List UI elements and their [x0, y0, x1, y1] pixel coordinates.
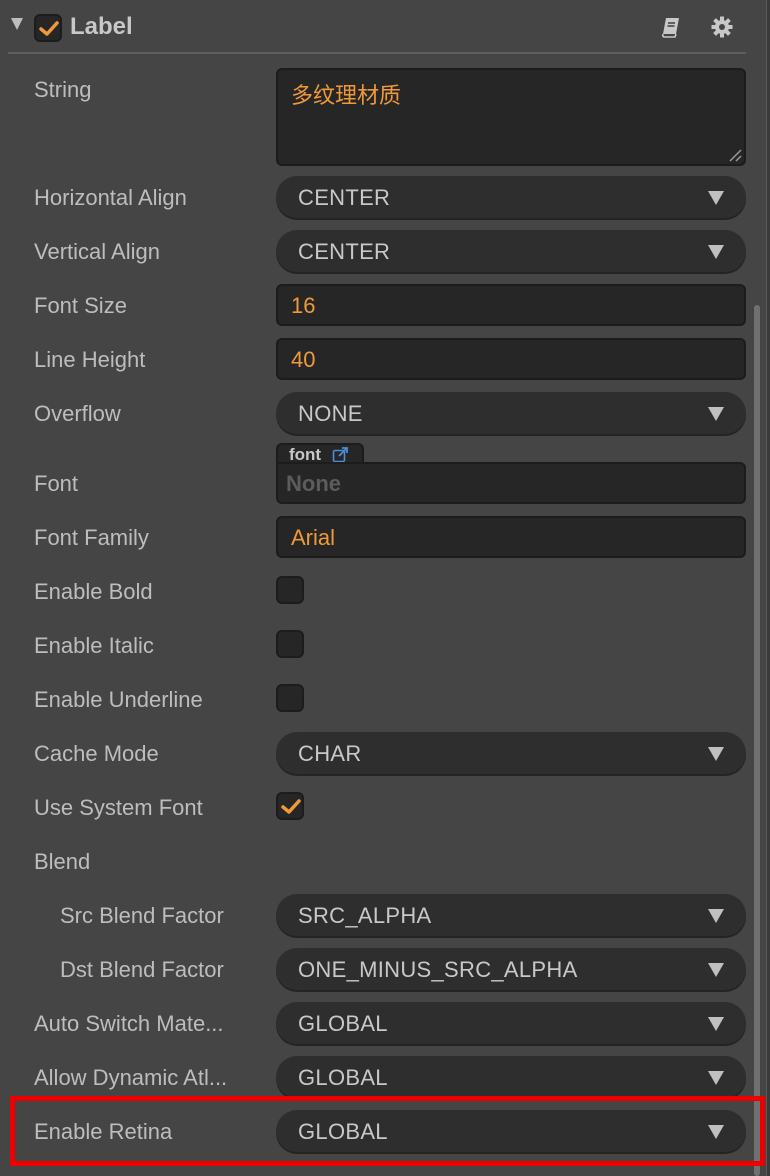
dropdown-arrow-icon [708, 1071, 724, 1085]
enable-italic-checkbox[interactable] [276, 630, 304, 658]
highlight-box [10, 1096, 765, 1166]
dropdown-arrow-icon [708, 747, 724, 761]
cache-mode-label: Cache Mode [34, 741, 159, 766]
font-size-value[interactable]: 16 [291, 293, 315, 319]
src-blend-factor-label: Src Blend Factor [60, 903, 224, 928]
vertical-scrollbar[interactable] [754, 305, 760, 1176]
enable-bold-label: Enable Bold [34, 579, 153, 604]
string-textarea[interactable]: 多纹理材质 [276, 68, 746, 166]
horizontal-align-select[interactable]: CENTER [276, 176, 746, 218]
line-height-input[interactable]: 40 [276, 338, 746, 380]
vertical-align-value: CENTER [298, 239, 391, 264]
src-blend-factor-value: SRC_ALPHA [298, 903, 432, 928]
use-system-font-label: Use System Font [34, 795, 203, 820]
auto-switch-material-label: Auto Switch Mate... [34, 1011, 224, 1036]
panel-border [766, 0, 770, 1176]
enable-underline-checkbox[interactable] [276, 684, 304, 712]
component-enabled-checkbox[interactable] [34, 14, 62, 42]
book-icon[interactable] [660, 16, 682, 43]
font-family-input[interactable]: Arial [276, 516, 746, 558]
blend-label: Blend [34, 849, 91, 874]
checkmark-icon [39, 21, 59, 36]
line-height-label: Line Height [34, 347, 146, 372]
cache-mode-select[interactable]: CHAR [276, 732, 746, 774]
string-label: String [34, 77, 92, 102]
allow-dynamic-atlas-value: GLOBAL [298, 1065, 388, 1090]
use-system-font-checkbox[interactable] [276, 792, 304, 820]
caret-down-icon[interactable] [11, 18, 23, 30]
resize-handle-icon[interactable] [728, 148, 742, 162]
font-size-label: Font Size [34, 293, 127, 318]
overflow-value: NONE [298, 401, 363, 426]
allow-dynamic-atlas-label: Allow Dynamic Atl... [34, 1065, 228, 1090]
font-asset-field[interactable]: None [276, 462, 746, 504]
dropdown-arrow-icon [708, 407, 724, 421]
dropdown-arrow-icon [708, 963, 724, 977]
header-divider [8, 52, 746, 54]
enable-bold-checkbox[interactable] [276, 576, 304, 604]
dropdown-arrow-icon [708, 191, 724, 205]
horizontal-align-label: Horizontal Align [34, 185, 187, 210]
font-label: Font [34, 471, 79, 496]
font-asset-value: None [286, 471, 341, 496]
font-family-value[interactable]: Arial [291, 525, 335, 551]
font-family-label: Font Family [34, 525, 149, 550]
dropdown-arrow-icon [708, 245, 724, 259]
dropdown-arrow-icon [708, 1017, 724, 1031]
string-value[interactable]: 多纹理材质 [291, 78, 401, 110]
component-title: Label [70, 13, 133, 40]
cache-mode-value: CHAR [298, 741, 362, 766]
line-height-value[interactable]: 40 [291, 347, 315, 373]
horizontal-align-value: CENTER [298, 185, 391, 210]
auto-switch-material-select[interactable]: GLOBAL [276, 1002, 746, 1044]
overflow-label: Overflow [34, 401, 121, 426]
dropdown-arrow-icon [708, 909, 724, 923]
enable-underline-label: Enable Underline [34, 687, 203, 712]
overflow-select[interactable]: NONE [276, 392, 746, 434]
gear-icon[interactable] [710, 15, 734, 44]
dst-blend-factor-value: ONE_MINUS_SRC_ALPHA [298, 957, 578, 982]
font-size-input[interactable]: 16 [276, 284, 746, 326]
vertical-align-label: Vertical Align [34, 239, 160, 264]
dst-blend-factor-select[interactable]: ONE_MINUS_SRC_ALPHA [276, 948, 746, 990]
component-header: Label [0, 0, 766, 54]
enable-italic-label: Enable Italic [34, 633, 154, 658]
vertical-align-select[interactable]: CENTER [276, 230, 746, 272]
auto-switch-material-value: GLOBAL [298, 1011, 388, 1036]
checkmark-icon [281, 799, 301, 814]
allow-dynamic-atlas-select[interactable]: GLOBAL [276, 1056, 746, 1098]
src-blend-factor-select[interactable]: SRC_ALPHA [276, 894, 746, 936]
dst-blend-factor-label: Dst Blend Factor [60, 957, 224, 982]
external-link-icon[interactable] [332, 447, 350, 463]
